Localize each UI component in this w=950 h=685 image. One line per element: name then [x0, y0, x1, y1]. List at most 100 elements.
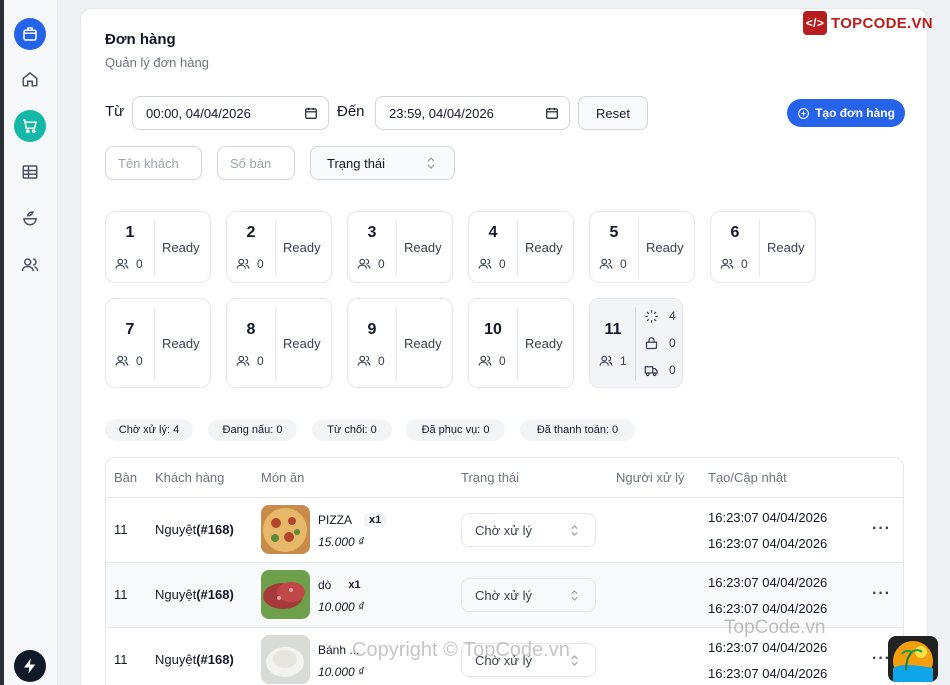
reset-button[interactable]: Reset	[578, 96, 648, 130]
pizza-image	[261, 505, 310, 554]
column-header: Tạo/Cập nhật	[708, 470, 787, 485]
logo-mark-icon: </>	[803, 11, 827, 35]
status-select-value: Trạng thái	[327, 155, 386, 171]
sidebar	[4, 0, 58, 685]
updated-time: 16:23:07 04/04/2026	[708, 536, 828, 551]
table-number: 4	[488, 224, 498, 241]
to-datetime-value: 23:59, 04/04/2026	[389, 105, 494, 121]
column-header: Khách hàng	[155, 470, 225, 485]
dish-price: 10.000 ₫	[318, 600, 365, 614]
home-icon[interactable]	[14, 63, 46, 95]
calendar-icon[interactable]	[545, 106, 559, 120]
table-number-input[interactable]: Số bàn	[217, 146, 295, 180]
updated-time: 16:23:07 04/04/2026	[708, 666, 828, 681]
created-time: 16:23:07 04/04/2026	[708, 575, 828, 590]
table-card[interactable]: 8 0 Ready	[226, 298, 332, 388]
table-status: Ready	[525, 240, 563, 255]
people-icon	[357, 258, 371, 269]
summary-pill-paid[interactable]: Đã thanh toán: 0	[520, 419, 635, 441]
cart-icon[interactable]	[14, 110, 46, 142]
table-number: 5	[609, 224, 619, 241]
table-number: 2	[246, 224, 256, 241]
truck-icon	[644, 365, 658, 376]
status-select[interactable]: Trạng thái	[310, 146, 455, 180]
summary-pill-pending[interactable]: Chờ xử lý: 4	[105, 419, 193, 441]
guest-count: 0	[136, 257, 143, 271]
guest-count: 0	[499, 354, 506, 368]
loader-icon	[645, 309, 658, 323]
table-card[interactable]: 2 0 Ready	[226, 211, 332, 283]
more-options-icon[interactable]: ···	[872, 520, 891, 538]
delivering-count: 0	[669, 363, 676, 377]
watermark-text: TopCode.vn	[724, 617, 826, 638]
food-icon[interactable]	[14, 202, 46, 234]
page-title: Đơn hàng	[105, 31, 176, 48]
beach-logo-icon	[888, 636, 938, 682]
table-number: 11	[604, 321, 622, 338]
table-number: 1	[125, 224, 135, 241]
people-icon	[236, 258, 250, 269]
table-card[interactable]: 7 0 Ready	[105, 298, 211, 388]
plus-circle-icon	[798, 107, 809, 119]
people-icon	[357, 355, 371, 366]
table-number: 6	[730, 224, 740, 241]
dish-quantity: x1	[348, 579, 361, 591]
users-icon[interactable]	[14, 249, 46, 281]
calendar-icon[interactable]	[304, 106, 318, 120]
table-number: 3	[367, 224, 377, 241]
bolt-icon[interactable]	[14, 650, 46, 682]
column-header: Món ăn	[261, 470, 305, 485]
dish-name: dò x1	[318, 578, 366, 592]
create-order-button[interactable]: Tạo đơn hàng	[787, 99, 905, 127]
table-status: Ready	[404, 336, 442, 351]
column-header: Bàn	[114, 470, 138, 485]
row-table: 11	[114, 652, 128, 667]
chevron-updown-icon	[571, 524, 578, 536]
people-icon	[115, 355, 129, 366]
guest-count: 0	[257, 257, 264, 271]
to-datetime-input[interactable]: 23:59, 04/04/2026	[375, 96, 570, 130]
dumpling-image	[261, 635, 310, 684]
guest-count: 0	[620, 257, 627, 271]
order-status-select[interactable]: Chờ xử lý	[461, 513, 596, 547]
summary-pill-cooking[interactable]: Đang nấu: 0	[208, 419, 297, 441]
table-status: Ready	[283, 240, 321, 255]
table-card[interactable]: 10 0 Ready	[468, 298, 574, 388]
created-time: 16:23:07 04/04/2026	[708, 510, 828, 525]
people-icon	[478, 258, 492, 269]
more-options-icon[interactable]: ···	[872, 585, 891, 603]
cooking-count: 0	[669, 336, 676, 350]
customer-name-input[interactable]: Tên khách	[105, 146, 202, 180]
from-datetime-input[interactable]: 00:00, 04/04/2026	[132, 96, 329, 130]
store-icon[interactable]	[14, 18, 46, 50]
table-card[interactable]: 5 0 Ready	[589, 211, 695, 283]
guest-count: 0	[136, 354, 143, 368]
table-card[interactable]: 4 0 Ready	[468, 211, 574, 283]
people-icon	[478, 355, 492, 366]
guest-count: 0	[741, 257, 748, 271]
orders-panel: Đơn hàng Quản lý đơn hàng Từ 00:00, 04/0…	[80, 8, 928, 685]
order-status-select[interactable]: Chờ xử lý	[461, 578, 596, 612]
table-card[interactable]: 9 0 Ready	[347, 298, 453, 388]
column-header: Trạng thái	[461, 470, 520, 485]
row-customer: Nguyệt(#168)	[155, 587, 234, 602]
table-number: 9	[367, 321, 377, 338]
dish-name: PIZZA x1	[318, 513, 387, 527]
people-icon	[115, 258, 129, 269]
summary-pill-served[interactable]: Đã phục vụ: 0	[406, 419, 505, 441]
table-card[interactable]: 6 0 Ready	[710, 211, 816, 283]
row-table: 11	[114, 587, 128, 602]
table-row[interactable]: 11 Nguyệt(#168) PIZZA x1 15.000 ₫ Chờ xử …	[106, 497, 903, 562]
summary-pill-rejected[interactable]: Từ chối: 0	[312, 419, 392, 441]
to-label: Đến	[337, 103, 365, 120]
people-icon	[720, 258, 734, 269]
guest-count: 0	[378, 354, 385, 368]
table-status: Ready	[767, 240, 805, 255]
dish-price: 10.000 ₫	[318, 665, 365, 679]
table-card[interactable]: 1 0 Ready	[105, 211, 211, 283]
row-table: 11	[114, 522, 128, 537]
table-card-active[interactable]: 11 1 4 0 0	[589, 298, 683, 388]
table-card[interactable]: 3 0 Ready	[347, 211, 453, 283]
from-datetime-value: 00:00, 04/04/2026	[146, 105, 251, 121]
table-icon[interactable]	[14, 156, 46, 188]
